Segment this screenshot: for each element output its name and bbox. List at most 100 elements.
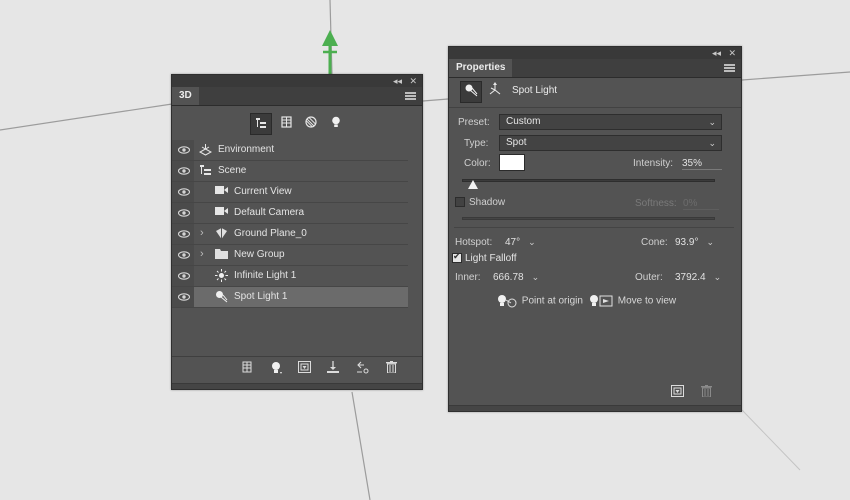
coordinates-icon[interactable] bbox=[484, 81, 506, 103]
layer-label: Default Camera bbox=[234, 207, 305, 218]
layer-label: Scene bbox=[218, 165, 247, 176]
layer-row[interactable]: Scene bbox=[172, 161, 408, 182]
material-filter-icon[interactable] bbox=[300, 113, 322, 135]
collapse-icon[interactable]: ◂◂ bbox=[393, 75, 402, 87]
type-dropdown[interactable]: Spot ⌄ bbox=[499, 135, 722, 151]
divider bbox=[454, 227, 734, 228]
environment-icon bbox=[198, 143, 212, 157]
layer-label: Current View bbox=[234, 186, 292, 197]
outer-label: Outer: bbox=[635, 272, 663, 283]
shadow-label: Shadow bbox=[469, 197, 506, 208]
softness-slider-track bbox=[462, 217, 715, 220]
layer-row[interactable]: Default Camera bbox=[172, 203, 408, 224]
panel-3d-tabrow: 3D bbox=[172, 87, 422, 106]
camera-icon bbox=[214, 206, 228, 220]
light-color-swatch[interactable] bbox=[499, 154, 525, 171]
layer-label: New Group bbox=[234, 249, 285, 260]
chevron-down-icon: ⌄ bbox=[706, 237, 715, 247]
layer-row[interactable]: Infinite Light 1 bbox=[172, 266, 408, 287]
chevron-right-icon[interactable]: › bbox=[200, 227, 204, 239]
eye-icon[interactable] bbox=[177, 144, 191, 156]
softness-value: 0% bbox=[683, 198, 719, 210]
chevron-down-icon: ⌄ bbox=[713, 272, 722, 282]
point-at-origin-button[interactable]: Point at origin bbox=[497, 294, 583, 308]
move-to-view-label: Move to view bbox=[617, 295, 677, 307]
color-label: Color: bbox=[464, 158, 491, 169]
preset-label: Preset: bbox=[458, 117, 490, 128]
panel-3d: ◂◂ ✕ 3D Environment Scene Current View Defa… bbox=[171, 74, 423, 390]
panel-3d-resize-grip[interactable] bbox=[172, 383, 422, 389]
guide-line-bottom bbox=[351, 391, 371, 500]
properties-panel: ◂◂ ✕ Properties Spot Light Preset: Custo… bbox=[448, 46, 742, 412]
collapse-icon[interactable]: ◂◂ bbox=[712, 47, 721, 59]
intensity-value[interactable]: 35% bbox=[682, 158, 722, 170]
trash-icon[interactable] bbox=[383, 361, 399, 377]
panel-3d-titlebar[interactable]: ◂◂ ✕ bbox=[172, 75, 422, 87]
mesh-filter-icon[interactable] bbox=[275, 113, 297, 135]
eye-icon[interactable] bbox=[177, 186, 191, 198]
guide-line-left bbox=[0, 103, 173, 131]
drop-to-plane-icon[interactable] bbox=[325, 361, 341, 377]
layer-row[interactable]: Spot Light 1 bbox=[172, 287, 408, 308]
chevron-down-icon: ⌄ bbox=[708, 117, 716, 127]
layer-row[interactable]: › Ground Plane_0 bbox=[172, 224, 408, 245]
eye-icon[interactable] bbox=[177, 249, 191, 261]
spot-light-icon[interactable] bbox=[460, 81, 482, 103]
layer-row[interactable]: Current View bbox=[172, 182, 408, 203]
close-icon[interactable]: ✕ bbox=[728, 47, 736, 59]
render-icon[interactable] bbox=[354, 361, 370, 377]
properties-titlebar[interactable]: ◂◂ ✕ bbox=[449, 47, 741, 59]
light-falloff-label: Light Falloff bbox=[465, 253, 517, 264]
mesh-icon bbox=[214, 227, 228, 241]
cone-label: Cone: bbox=[641, 237, 668, 248]
preset-value: Custom bbox=[506, 116, 541, 127]
chevron-down-icon: ⌄ bbox=[531, 272, 540, 282]
folder-icon bbox=[214, 248, 228, 262]
eye-icon[interactable] bbox=[177, 228, 191, 240]
tab-properties[interactable]: Properties bbox=[449, 59, 513, 77]
mesh-add-icon[interactable] bbox=[239, 361, 255, 377]
chevron-right-icon[interactable]: › bbox=[200, 248, 204, 260]
guide-line-bottom-right bbox=[741, 409, 801, 471]
close-icon[interactable]: ✕ bbox=[409, 75, 417, 87]
point-at-origin-icon bbox=[498, 295, 517, 308]
panel-menu-icon[interactable] bbox=[724, 64, 735, 72]
light-falloff-checkbox[interactable] bbox=[452, 251, 462, 263]
panel-3d-bottom-toolbar bbox=[172, 356, 422, 381]
layer-label: Environment bbox=[218, 144, 275, 155]
layer-row[interactable]: › New Group bbox=[172, 245, 408, 266]
guide-line-mid bbox=[422, 98, 449, 102]
outer-value[interactable]: 3792.4 ⌄ bbox=[675, 272, 721, 283]
material-icon[interactable] bbox=[296, 361, 312, 377]
hotspot-value[interactable]: 47° ⌄ bbox=[505, 237, 536, 248]
eye-icon[interactable] bbox=[177, 291, 191, 303]
move-gizmo-arrow[interactable] bbox=[322, 30, 338, 74]
chevron-down-icon: ⌄ bbox=[528, 237, 536, 247]
intensity-label: Intensity: bbox=[633, 158, 674, 169]
move-to-view-button[interactable]: Move to view bbox=[589, 294, 676, 308]
shadow-checkbox[interactable] bbox=[455, 197, 465, 207]
eye-icon[interactable] bbox=[177, 165, 191, 177]
tab-3d[interactable]: 3D bbox=[172, 87, 199, 105]
light-filter-icon[interactable] bbox=[325, 113, 347, 135]
type-label: Type: bbox=[464, 138, 489, 149]
softness-label: Softness: bbox=[635, 198, 677, 209]
intensity-slider-track[interactable] bbox=[462, 179, 715, 182]
spot-light-icon bbox=[214, 290, 228, 304]
material-icon[interactable] bbox=[669, 385, 685, 401]
preset-dropdown[interactable]: Custom ⌄ bbox=[499, 114, 722, 130]
inner-label: Inner: bbox=[455, 272, 481, 283]
properties-resize-grip[interactable] bbox=[449, 405, 741, 411]
scene-filter-icon[interactable] bbox=[250, 113, 272, 135]
light-add-icon[interactable] bbox=[268, 361, 284, 377]
eye-icon[interactable] bbox=[177, 207, 191, 219]
type-value: Spot bbox=[506, 137, 527, 148]
eye-icon[interactable] bbox=[177, 270, 191, 282]
cone-value[interactable]: 93.9° ⌄ bbox=[675, 237, 714, 248]
trash-icon bbox=[698, 385, 714, 401]
inner-value[interactable]: 666.78 ⌄ bbox=[493, 272, 539, 283]
chevron-down-icon: ⌄ bbox=[708, 138, 716, 148]
panel-menu-icon[interactable] bbox=[405, 92, 416, 100]
intensity-slider-thumb[interactable] bbox=[467, 180, 478, 189]
layer-row[interactable]: Environment bbox=[172, 140, 408, 161]
